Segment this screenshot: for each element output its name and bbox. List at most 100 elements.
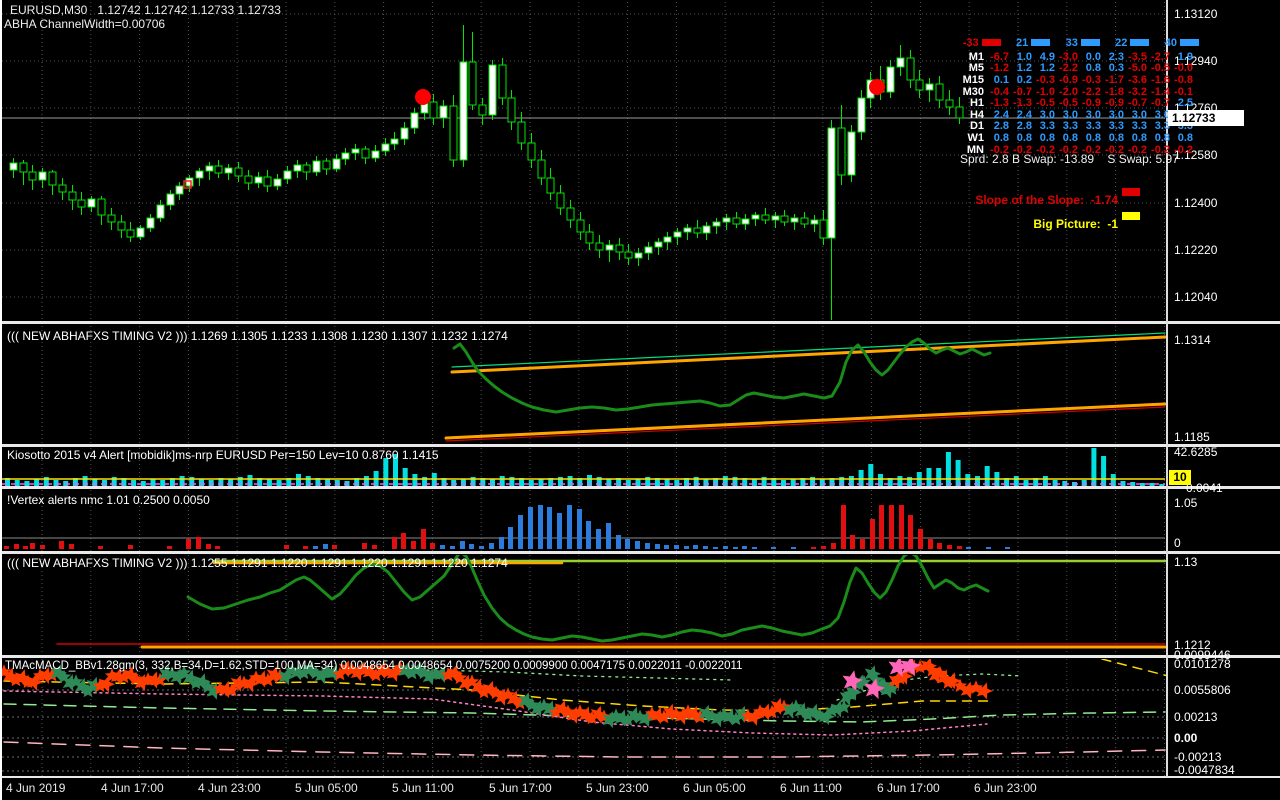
matrix-header: -33 21 33 22 40: [954, 36, 1202, 49]
matrix-cell: 0.8: [1085, 62, 1101, 75]
scale-tick-label: 0.00: [1174, 731, 1198, 745]
matrix-row-M30: M30 -0.4 -0.7 -1.0 -2.0 -2.2 -1.8 -3.2 -1.4 -0.1: [954, 86, 1202, 98]
panel-separator[interactable]: [2, 655, 1280, 658]
matrix-cell: -2.7: [1151, 50, 1170, 63]
scale-tick-label: 0: [1174, 536, 1181, 550]
matrix-cell: 2.4: [1016, 108, 1032, 121]
matrix-cell: -2.2: [1082, 85, 1101, 98]
matrix-cell: -0.5: [1036, 97, 1055, 110]
matrix-cell: 0.8: [1177, 131, 1193, 144]
panel-separator: [2, 776, 1280, 778]
matrix-cell: -0.3: [1036, 73, 1055, 86]
matrix-cell: 0.8: [1085, 131, 1101, 144]
matrix-cell: -3.0: [1059, 50, 1078, 63]
matrix-row-H4: H42.42.43.03.03.03.03.03.03.0: [954, 109, 1202, 121]
matrix-cell: -1.2: [990, 62, 1009, 75]
scale-tick-label: -0.0047834: [1174, 763, 1235, 777]
matrix-header-bar: [1130, 39, 1150, 46]
timeframe-label: W1: [967, 131, 985, 144]
big-picture-line: Big Picture: -1: [962, 203, 1118, 245]
big-picture-value: -1: [1107, 217, 1118, 231]
matrix-row-M1: M1 -6.7 1.0 4.9 -3.0 0.0 2.3 -3.5 -2.7 1.9: [954, 51, 1202, 63]
matrix-cell: -0.9: [1082, 97, 1101, 110]
matrix-cell: 3.3: [1154, 120, 1170, 133]
matrix-cell: -1.3: [990, 97, 1009, 110]
slope-swatch: [1122, 188, 1140, 196]
time-axis-label: 4 Jun 23:00: [198, 781, 261, 795]
matrix-row-W1: W1 0.8 0.8 0.8 0.8 0.8 0.8 0.8 0.8 0.8: [954, 132, 1202, 144]
matrix-header-bar: [1080, 39, 1100, 46]
timeframe-label: H1: [969, 97, 984, 110]
time-axis-label: 4 Jun 17:00: [101, 781, 164, 795]
matrix-cell: 0.1: [993, 73, 1009, 86]
kiosotto-label: Kiosotto 2015 v4 Alert [mobidik]ms-nrp E…: [7, 448, 439, 462]
matrix-cell: -0.7: [1128, 97, 1147, 110]
tmacmacd-label: TMAcMACD_BBv1.28gm(3, 332,B=34,D=1.62,ST…: [5, 660, 743, 672]
matrix-cell: -0.7: [1013, 85, 1032, 98]
time-axis-label: 6 Jun 05:00: [683, 781, 746, 795]
abhafxs-1-panel[interactable]: [2, 326, 1166, 444]
matrix-cell: -0.9: [1059, 73, 1078, 86]
time-axis-label: 5 Jun 23:00: [586, 781, 649, 795]
mt4-chart-window: EURUSD,M30 1.12742 1.12742 1.12733 1.127…: [0, 0, 1280, 800]
scale-tick-label: 1.1185: [1174, 430, 1210, 444]
matrix-cell: 0.8: [1062, 131, 1078, 144]
scale-tick-label: 1.05: [1174, 496, 1198, 510]
matrix-cell: 1.2: [1016, 62, 1032, 75]
matrix-cell: -1.4: [1151, 85, 1170, 98]
matrix-cell: -3.2: [1128, 85, 1147, 98]
matrix-cell: -0.3: [1082, 73, 1101, 86]
matrix-cell: 3.0: [1154, 108, 1170, 121]
matrix-cell: 3.0: [1039, 108, 1055, 121]
scale-tick-label: 1.12400: [1174, 196, 1218, 210]
matrix-cell: -1.3: [1013, 97, 1032, 110]
matrix-cell: -0.0: [1174, 62, 1193, 75]
abhafxs-timing-1-label: ((( NEW ABHAFXS TIMING V2 ))) 1.1269 1.1…: [7, 329, 508, 343]
current-price-box: 1.12733: [1168, 110, 1244, 126]
matrix-cell: 1.9: [1177, 50, 1193, 63]
abhafxs-timing-2-label: ((( NEW ABHAFXS TIMING V2 ))) 1.1255 1.1…: [7, 556, 508, 570]
matrix-cell: -1.0: [1036, 85, 1055, 98]
matrix-cell: 0.0: [1085, 50, 1101, 63]
matrix-header-value: -33: [962, 36, 979, 49]
panel-separator[interactable]: [2, 551, 1280, 554]
abha-channelwidth-label: ABHA ChannelWidth=0.00706: [4, 17, 166, 31]
matrix-cell: 3.3: [1131, 120, 1147, 133]
matrix-cell: 3.0: [1108, 108, 1124, 121]
scale-tick-label: 1.13120: [1174, 7, 1218, 21]
matrix-header-value: 33: [1065, 36, 1078, 49]
matrix-cell: 0.3: [1108, 62, 1124, 75]
matrix-cell: 3.0: [1085, 108, 1101, 121]
matrix-cell: 3.3: [1062, 120, 1078, 133]
panel-separator[interactable]: [2, 321, 1280, 324]
time-axis-label: 6 Jun 11:00: [780, 781, 842, 795]
matrix-cell: 0.8: [1016, 131, 1032, 144]
matrix-cell: -6.7: [990, 50, 1009, 63]
scale-tick-label: 0.0101278: [1174, 657, 1231, 671]
matrix-cell: 2.3: [1108, 50, 1124, 63]
scale-tick-label: 42.6285: [1174, 445, 1218, 459]
timeframe-label: H4: [969, 108, 984, 121]
scale-tick-label: 1.13: [1174, 555, 1198, 569]
time-axis-label: 5 Jun 11:00: [392, 781, 454, 795]
matrix-cell: 2.5: [1177, 97, 1193, 110]
timeframe-label: M5: [968, 62, 984, 75]
vertex-alerts-label: !Vertex alerts nmc 1.01 0.2500 0.0050: [7, 493, 210, 507]
matrix-cell: -1.6: [1151, 73, 1170, 86]
time-axis-label: 6 Jun 23:00: [974, 781, 1037, 795]
scale-tick-label: -0.00213: [1174, 750, 1222, 764]
matrix-header-bar: [981, 39, 1001, 46]
panel-separator[interactable]: [2, 444, 1280, 447]
spread-swap-line: Sprd: 2.8 B Swap: -13.89 S Swap: 5.97: [960, 152, 1179, 166]
abhafxs-2-panel[interactable]: [2, 555, 1166, 655]
timeframe-label: M15: [962, 73, 984, 86]
scale-tick-label: 1.12040: [1174, 290, 1218, 304]
tmacmacd-panel[interactable]: [2, 659, 1166, 776]
matrix-cell: -5.0: [1128, 62, 1147, 75]
matrix-header-bar: [1180, 39, 1199, 46]
matrix-row-M15: M15 0.1 0.2 -0.3 -0.9 -0.3 -1.7 -3.6 -1.6 -0.8: [954, 74, 1202, 86]
matrix-cell: 2.8: [1016, 120, 1032, 133]
matrix-cell: -0.9: [1105, 97, 1124, 110]
scale-tick-label: 0.00213: [1174, 710, 1218, 724]
timeframe-label: D1: [969, 120, 984, 133]
